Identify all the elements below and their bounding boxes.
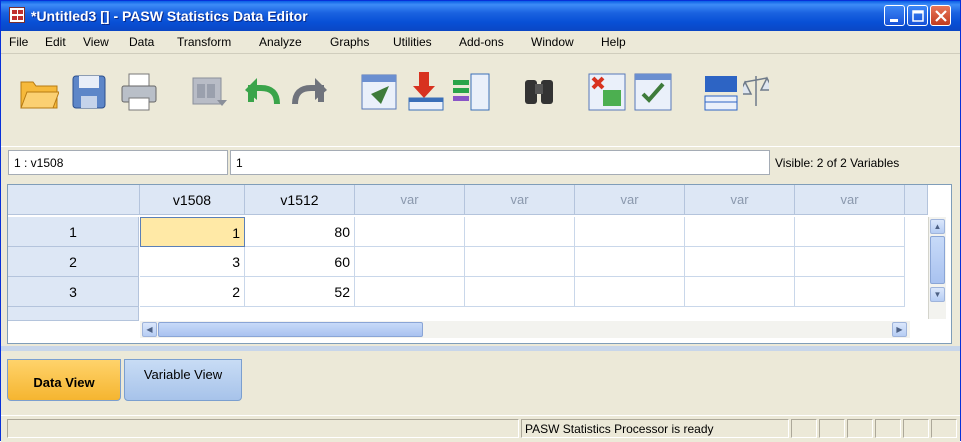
- cell-value-field[interactable]: 1: [230, 150, 770, 175]
- redo-icon[interactable]: [289, 72, 329, 112]
- open-folder-icon[interactable]: [19, 72, 59, 112]
- menu-utilities[interactable]: Utilities: [393, 35, 432, 49]
- column-header-var[interactable]: var: [795, 185, 905, 215]
- visible-variables-label: Visible: 2 of 2 Variables: [775, 156, 900, 170]
- menu-file[interactable]: File: [9, 35, 28, 49]
- column-header-var[interactable]: var: [465, 185, 575, 215]
- insert-cases-icon[interactable]: [405, 72, 445, 112]
- row-header[interactable]: 1: [8, 217, 139, 247]
- status-panel: [875, 419, 901, 438]
- column-header-var[interactable]: var: [355, 185, 465, 215]
- print-icon[interactable]: [119, 72, 159, 112]
- menu-data[interactable]: Data: [129, 35, 154, 49]
- tab-variable-view[interactable]: Variable View: [124, 359, 242, 401]
- menu-help[interactable]: Help: [601, 35, 626, 49]
- view-tabs: Data View Variable View: [1, 351, 960, 411]
- weight-cases-icon[interactable]: [743, 72, 769, 112]
- table-cell[interactable]: [355, 217, 465, 247]
- close-icon: [935, 10, 947, 22]
- menu-transform[interactable]: Transform: [177, 35, 231, 49]
- horizontal-scroll-thumb[interactable]: [158, 322, 423, 337]
- status-bar: PASW Statistics Processor is ready: [1, 415, 960, 442]
- table-cell-selected[interactable]: 1: [140, 217, 245, 247]
- table-cell[interactable]: 60: [245, 247, 355, 277]
- row-header[interactable]: 3: [8, 277, 139, 307]
- table-cell[interactable]: [795, 217, 905, 247]
- menu-add-ons[interactable]: Add-ons: [459, 35, 504, 49]
- status-panel: [7, 419, 519, 438]
- corner-header[interactable]: [8, 185, 140, 215]
- scroll-left-icon[interactable]: ◀: [142, 322, 157, 337]
- status-text: PASW Statistics Processor is ready: [525, 422, 714, 436]
- dialog-recall-icon[interactable]: [189, 72, 229, 112]
- go-to-case-icon[interactable]: [359, 72, 399, 112]
- menu-analyze[interactable]: Analyze: [259, 35, 302, 49]
- table-cell[interactable]: 52: [245, 277, 355, 307]
- scroll-right-icon[interactable]: ▶: [892, 322, 907, 337]
- vertical-scrollbar[interactable]: ▲ ▼: [928, 217, 946, 319]
- column-header-partial: [905, 185, 928, 215]
- table-cell[interactable]: [575, 277, 685, 307]
- table-cell[interactable]: [575, 217, 685, 247]
- table-cell[interactable]: 2: [140, 277, 245, 307]
- table-cell[interactable]: 3: [140, 247, 245, 277]
- table-cell[interactable]: 80: [245, 217, 355, 247]
- row-header[interactable]: 2: [8, 247, 139, 277]
- split-file-icon[interactable]: [587, 72, 627, 112]
- status-panel: [931, 419, 957, 438]
- table-cell[interactable]: [465, 217, 575, 247]
- tab-data-view[interactable]: Data View: [7, 359, 121, 401]
- horizontal-scrollbar[interactable]: ◀ ▶: [140, 321, 910, 338]
- status-panel: [791, 419, 817, 438]
- cell-editor-bar: 1 : v1508 1 Visible: 2 of 2 Variables: [1, 148, 960, 178]
- table-cell[interactable]: [465, 277, 575, 307]
- status-panel: [847, 419, 873, 438]
- table-cell[interactable]: [575, 247, 685, 277]
- toolbar: [1, 54, 960, 147]
- menu-bar: File Edit View Data Transform Analyze Gr…: [1, 31, 960, 54]
- table-cell[interactable]: [685, 247, 795, 277]
- maximize-icon: [912, 10, 924, 22]
- vertical-scroll-thumb[interactable]: [930, 236, 945, 284]
- pasw-app-icon[interactable]: [9, 7, 25, 23]
- table-cell[interactable]: [685, 217, 795, 247]
- scroll-up-icon[interactable]: ▲: [930, 219, 945, 234]
- save-icon[interactable]: [69, 72, 109, 112]
- find-icon[interactable]: [519, 72, 559, 112]
- title-bar[interactable]: *Untitled3 [] - PASW Statistics Data Edi…: [1, 1, 960, 31]
- data-grid: v1508 v1512 var var var var var 1 1 80 2…: [7, 184, 952, 344]
- menu-window[interactable]: Window: [531, 35, 574, 49]
- status-panel: [819, 419, 845, 438]
- main-window: *Untitled3 [] - PASW Statistics Data Edi…: [0, 0, 961, 442]
- row-header-partial: [8, 307, 139, 321]
- window-title: *Untitled3 [] - PASW Statistics Data Edi…: [31, 8, 308, 24]
- menu-view[interactable]: View: [83, 35, 109, 49]
- column-header-var[interactable]: var: [575, 185, 685, 215]
- select-cases-icon[interactable]: [633, 72, 673, 112]
- value-labels-icon[interactable]: [701, 72, 741, 112]
- table-cell[interactable]: [685, 277, 795, 307]
- menu-edit[interactable]: Edit: [45, 35, 66, 49]
- table-cell[interactable]: [795, 277, 905, 307]
- insert-variable-icon[interactable]: [451, 72, 491, 112]
- table-cell[interactable]: [355, 247, 465, 277]
- maximize-button[interactable]: [907, 5, 928, 26]
- cell-reference-field[interactable]: 1 : v1508: [8, 150, 228, 175]
- table-cell[interactable]: [465, 247, 575, 277]
- minimize-icon: [890, 19, 898, 22]
- scroll-down-icon[interactable]: ▼: [930, 287, 945, 302]
- column-header-v1508[interactable]: v1508: [140, 185, 245, 215]
- undo-icon[interactable]: [243, 72, 283, 112]
- table-cell[interactable]: [795, 247, 905, 277]
- table-cell[interactable]: [355, 277, 465, 307]
- close-button[interactable]: [930, 5, 951, 26]
- column-header-v1512[interactable]: v1512: [245, 185, 355, 215]
- minimize-button[interactable]: [884, 5, 905, 26]
- menu-graphs[interactable]: Graphs: [330, 35, 369, 49]
- status-panel: [903, 419, 929, 438]
- column-header-var[interactable]: var: [685, 185, 795, 215]
